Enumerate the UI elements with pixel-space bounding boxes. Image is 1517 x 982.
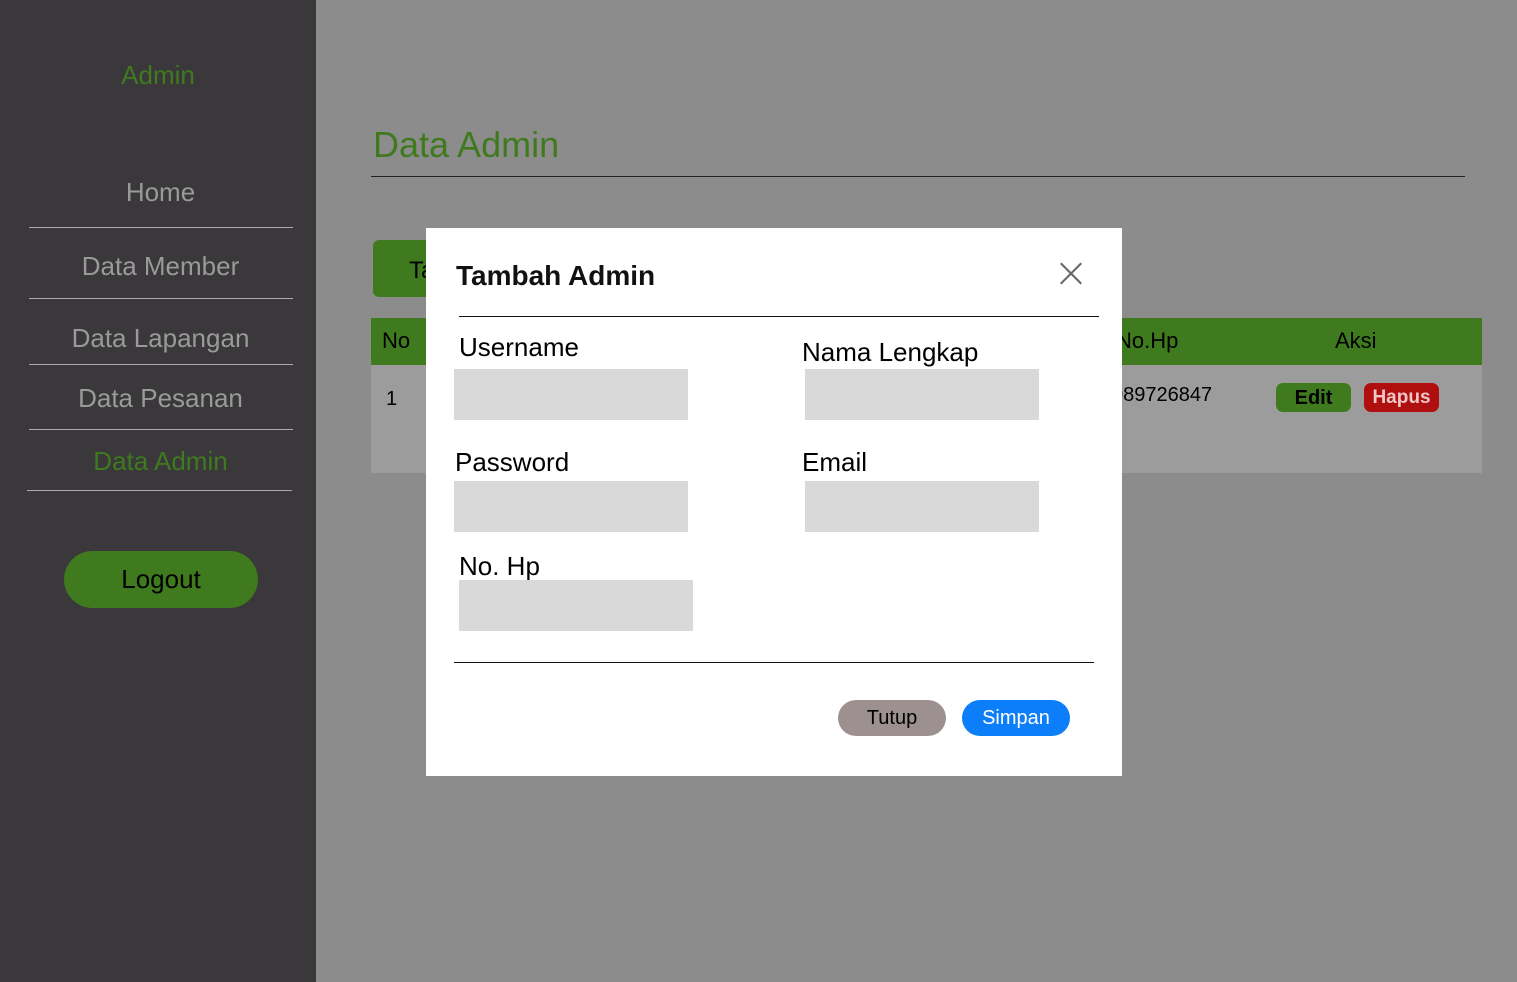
password-input[interactable] <box>454 481 688 532</box>
email-input[interactable] <box>805 481 1039 532</box>
sidebar-brand: Admin <box>121 60 195 90</box>
edit-button[interactable]: Edit <box>1276 383 1351 412</box>
sidebar: Admin Home Data Member Data Lapangan Dat… <box>0 0 316 982</box>
modal-footer-divider <box>454 662 1094 663</box>
column-header-aksi: Aksi <box>1335 328 1377 353</box>
modal-header-divider <box>459 316 1099 317</box>
cell-nohp: 089726847 <box>1112 384 1213 406</box>
modal-title: Tambah Admin <box>456 260 656 291</box>
cell-no: 1 <box>386 388 398 410</box>
password-label: Password <box>455 447 570 477</box>
email-label: Email <box>802 447 868 477</box>
close-button[interactable]: Tutup <box>838 700 946 736</box>
page-title: Data Admin <box>373 124 560 165</box>
sidebar-divider <box>29 227 293 228</box>
sidebar-item-data-lapangan[interactable]: Data Lapangan <box>28 323 293 354</box>
sidebar-divider <box>29 429 293 430</box>
column-header-nohp: No.Hp <box>1116 328 1179 353</box>
sidebar-item-data-admin[interactable]: Data Admin <box>28 446 293 477</box>
logout-button[interactable]: Logout <box>64 551 258 608</box>
add-admin-modal: Tambah Admin Username Nama Lengkap Passw… <box>426 228 1122 776</box>
save-button[interactable]: Simpan <box>962 700 1070 736</box>
title-divider <box>371 176 1465 177</box>
sidebar-divider <box>29 298 293 299</box>
sidebar-item-data-pesanan[interactable]: Data Pesanan <box>28 383 293 414</box>
no-hp-label: No. Hp <box>459 551 540 581</box>
sidebar-divider <box>27 490 292 491</box>
sidebar-item-home[interactable]: Home <box>28 177 293 208</box>
sidebar-divider <box>29 364 293 365</box>
sidebar-item-data-member[interactable]: Data Member <box>28 251 293 282</box>
username-input[interactable] <box>454 369 688 420</box>
username-label: Username <box>459 332 579 362</box>
column-header-no: No <box>382 328 411 353</box>
nama-lengkap-label: Nama Lengkap <box>802 337 979 367</box>
close-icon[interactable] <box>1056 258 1086 288</box>
delete-button[interactable]: Hapus <box>1364 383 1439 412</box>
nama-lengkap-input[interactable] <box>805 369 1039 420</box>
no-hp-input[interactable] <box>459 580 693 631</box>
